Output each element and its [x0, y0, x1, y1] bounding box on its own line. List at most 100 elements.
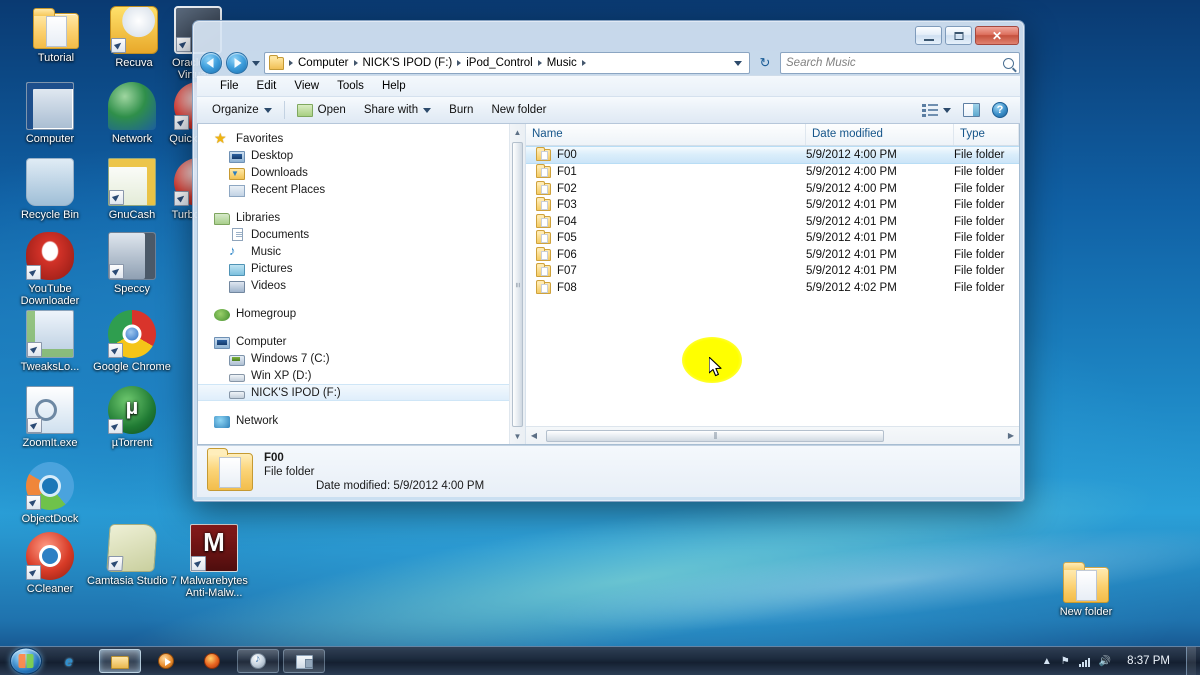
open-button[interactable]: Open: [288, 101, 355, 120]
burn-button[interactable]: Burn: [440, 101, 482, 119]
nav-header-network[interactable]: Network: [198, 412, 525, 429]
breadcrumb-ipod[interactable]: NICK'S IPOD (F:): [360, 57, 456, 69]
breadcrumb-separator-icon[interactable]: [581, 60, 586, 66]
network-signal-icon[interactable]: [1078, 656, 1090, 667]
desktop-icon-zoomit[interactable]: ZoomIt.exe: [4, 386, 96, 449]
column-header-type[interactable]: Type: [954, 124, 1019, 145]
forward-button[interactable]: [226, 52, 248, 74]
taskbar-button-internet-explorer[interactable]: e: [53, 649, 95, 673]
desktop-icon-malwarebytes[interactable]: M Malwarebytes Anti-Malw...: [168, 524, 260, 599]
show-hidden-icons-button[interactable]: ▲: [1042, 656, 1052, 667]
recent-pages-chevron-icon[interactable]: [252, 60, 260, 66]
menu-tools[interactable]: Tools: [328, 78, 373, 94]
table-row[interactable]: F04 5/9/2012 4:01 PM File folder: [526, 213, 1019, 231]
scrollbar-thumb[interactable]: [546, 429, 884, 442]
breadcrumb-music[interactable]: Music: [544, 57, 580, 69]
breadcrumb-computer[interactable]: Computer: [295, 57, 352, 69]
scroll-down-button[interactable]: ▼: [510, 428, 525, 444]
desktop-icon-recycle-bin[interactable]: Recycle Bin: [4, 158, 96, 221]
breadcrumb-separator-icon[interactable]: [289, 60, 293, 66]
desktop-icon-objectdock[interactable]: ObjectDock: [4, 462, 96, 525]
desktop-icon-camtasia[interactable]: Camtasia Studio 7: [86, 524, 178, 587]
desktop-icon-new-folder[interactable]: New folder: [1040, 560, 1132, 618]
scroll-up-button[interactable]: ▲: [510, 124, 525, 140]
nav-item-downloads[interactable]: Downloads: [198, 164, 525, 181]
nav-item-windows7-c[interactable]: Windows 7 (C:): [198, 350, 525, 367]
scroll-right-button[interactable]: ▶: [1003, 431, 1019, 440]
nav-item-music[interactable]: ♪ Music: [198, 243, 525, 260]
nav-header-libraries[interactable]: Libraries: [198, 209, 525, 226]
column-header-name[interactable]: Name: [526, 124, 806, 145]
change-view-button[interactable]: [918, 101, 955, 119]
taskbar-button-windows-explorer[interactable]: [99, 649, 141, 673]
table-row[interactable]: F07 5/9/2012 4:01 PM File folder: [526, 263, 1019, 280]
desktop-icon-youtube-downloader[interactable]: YouTube Downloader: [4, 232, 96, 307]
navigation-pane[interactable]: ★ Favorites Desktop Downloads Recent Pla…: [198, 124, 526, 444]
nav-header-computer[interactable]: Computer: [198, 333, 525, 350]
close-button[interactable]: ✕: [975, 26, 1019, 45]
taskbar-clock[interactable]: 8:37 PM: [1120, 655, 1177, 667]
show-desktop-button[interactable]: [1186, 646, 1196, 675]
minimize-button[interactable]: [915, 26, 942, 45]
organize-button[interactable]: Organize: [203, 101, 281, 119]
nav-item-documents[interactable]: Documents: [198, 226, 525, 243]
desktop-icon-tweaks[interactable]: TweaksLo...: [4, 310, 96, 373]
window-title-bar[interactable]: ✕: [197, 25, 1020, 51]
table-row[interactable]: F08 5/9/2012 4:02 PM File folder: [526, 279, 1019, 297]
address-dropdown-chevron-icon[interactable]: [729, 57, 747, 69]
breadcrumb-separator-icon[interactable]: [457, 60, 462, 66]
breadcrumb-separator-icon[interactable]: [353, 60, 358, 66]
action-center-flag-icon[interactable]: ⚑: [1061, 656, 1070, 667]
menu-file[interactable]: File: [211, 78, 248, 94]
table-row[interactable]: F03 5/9/2012 4:01 PM File folder: [526, 197, 1019, 214]
nav-header-homegroup[interactable]: Homegroup: [198, 305, 525, 322]
preview-pane-button[interactable]: [959, 100, 984, 120]
nav-item-recent-places[interactable]: Recent Places: [198, 181, 525, 198]
scrollbar-track[interactable]: [542, 429, 1003, 443]
taskbar-button-firefox[interactable]: [191, 649, 233, 673]
table-row[interactable]: F02 5/9/2012 4:00 PM File folder: [526, 180, 1019, 198]
desktop-icon-utorrent[interactable]: µ µTorrent: [86, 386, 178, 449]
breadcrumb-separator-icon[interactable]: [537, 60, 542, 66]
desktop-icon-ccleaner[interactable]: CCleaner: [4, 532, 96, 595]
taskbar[interactable]: e ▲ ⚑ 🔊 8:37 PM: [0, 646, 1200, 675]
column-header-date-modified[interactable]: Date modified: [806, 124, 954, 145]
desktop[interactable]: Tutorial Recuva Oracle VM Virtual... Com…: [0, 0, 1200, 675]
table-row[interactable]: F01 5/9/2012 4:00 PM File folder: [526, 164, 1019, 181]
navigation-scrollbar[interactable]: ▲ ▼: [509, 124, 525, 444]
maximize-button[interactable]: [945, 26, 972, 45]
search-box[interactable]: Search Music: [780, 52, 1020, 74]
nav-item-pictures[interactable]: Pictures: [198, 260, 525, 277]
share-with-button[interactable]: Share with: [355, 101, 440, 119]
new-folder-button[interactable]: New folder: [482, 101, 555, 119]
address-bar[interactable]: Computer NICK'S IPOD (F:) iPod_Control M…: [264, 52, 750, 74]
explorer-window[interactable]: ✕ Computer NICK'S IPOD (F:) iPod_Control…: [192, 20, 1025, 502]
file-list-pane[interactable]: Name Date modified Type F00 5/9/2012 4:0…: [526, 124, 1019, 444]
nav-item-nicks-ipod-f[interactable]: NICK'S IPOD (F:): [198, 384, 525, 401]
scrollbar-thumb[interactable]: [512, 142, 523, 427]
table-row[interactable]: F00 5/9/2012 4:00 PM File folder: [526, 146, 1019, 164]
nav-header-favorites[interactable]: ★ Favorites: [198, 130, 525, 147]
volume-icon[interactable]: 🔊: [1099, 656, 1111, 667]
nav-item-winxp-d[interactable]: Win XP (D:): [198, 367, 525, 384]
desktop-icon-computer[interactable]: Computer: [4, 82, 96, 145]
search-input[interactable]: Search Music: [786, 57, 1003, 69]
scroll-left-button[interactable]: ◀: [526, 431, 542, 440]
taskbar-button-projector[interactable]: [283, 649, 325, 673]
nav-item-videos[interactable]: Videos: [198, 277, 525, 294]
menu-help[interactable]: Help: [373, 78, 415, 94]
horizontal-scrollbar[interactable]: ◀ ▶: [526, 426, 1019, 444]
start-button[interactable]: [3, 647, 49, 675]
help-button[interactable]: ?: [988, 99, 1012, 121]
taskbar-button-itunes[interactable]: [237, 649, 279, 673]
breadcrumb-ipod-control[interactable]: iPod_Control: [463, 57, 535, 69]
table-row[interactable]: F06 5/9/2012 4:01 PM File folder: [526, 246, 1019, 264]
back-button[interactable]: [200, 52, 222, 74]
desktop-icon-chrome[interactable]: Google Chrome: [86, 310, 178, 373]
nav-item-desktop[interactable]: Desktop: [198, 147, 525, 164]
menu-edit[interactable]: Edit: [248, 78, 286, 94]
menu-view[interactable]: View: [285, 78, 328, 94]
refresh-button[interactable]: ↻: [754, 52, 776, 74]
taskbar-button-windows-media-player[interactable]: [145, 649, 187, 673]
desktop-icon-speccy[interactable]: Speccy: [86, 232, 178, 295]
